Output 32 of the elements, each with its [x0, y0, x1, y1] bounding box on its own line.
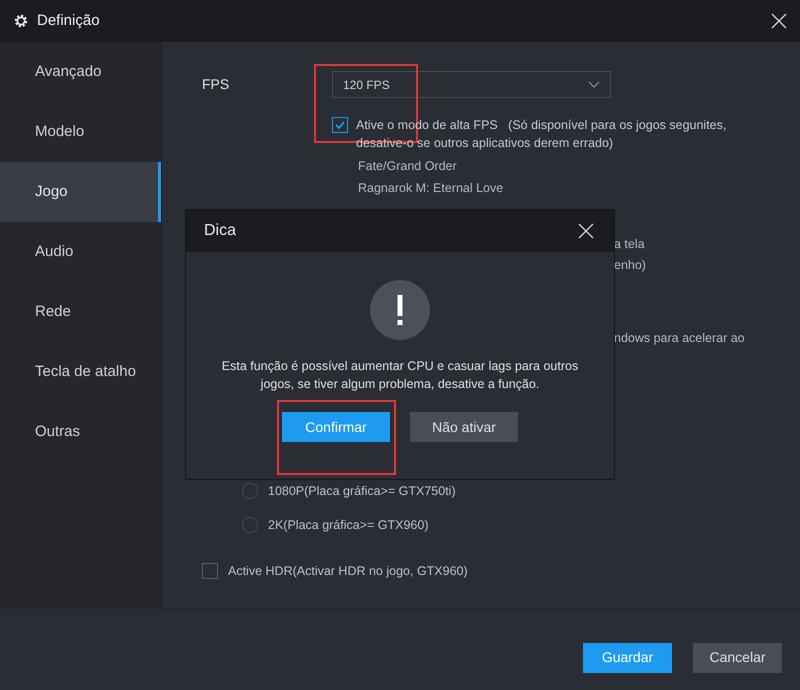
radio-button[interactable]	[242, 483, 258, 499]
sidebar-item[interactable]: Rede	[0, 282, 161, 342]
warning-icon	[370, 280, 430, 340]
close-button[interactable]	[576, 221, 596, 241]
radio-button[interactable]	[242, 517, 258, 533]
radio-label: 2K(Placa gráfica>= GTX960)	[268, 516, 428, 534]
sidebar-item[interactable]: Avançado	[0, 42, 161, 102]
sidebar-item[interactable]: Modelo	[0, 102, 161, 162]
dialog-button[interactable]: Não ativar	[410, 412, 518, 442]
fps-label: FPS	[202, 75, 230, 94]
checkbox[interactable]	[332, 117, 348, 133]
check-icon	[335, 121, 345, 129]
gear-icon	[13, 13, 29, 29]
game-name: Fate/Grand Order	[358, 158, 458, 175]
game-name: Ragnarok M: Eternal Love	[358, 180, 504, 197]
setting-text: ndows para acelerar ao	[614, 330, 746, 347]
dialog-title: Dica	[204, 221, 238, 241]
dialog-message: Esta função é possível aumentar CPU e casuar lags para outros jogos, se tiver algum problema, desative a função.	[220, 358, 580, 393]
checkbox[interactable]	[202, 563, 218, 579]
footer-button[interactable]: Cancelar	[693, 642, 782, 672]
radio-label: 1080P(Placa gráfica>= GTX750ti)	[268, 482, 456, 500]
close-icon	[578, 223, 594, 239]
hdr-label: Active HDR(Activar HDR no jogo, GTX960)	[228, 562, 468, 580]
chevron-down-icon	[588, 81, 600, 88]
sidebar-item[interactable]: Audio	[0, 222, 161, 282]
close-icon	[771, 13, 787, 29]
sidebar-item[interactable]: Jogo	[0, 162, 161, 222]
sidebar-item[interactable]: Tecla de atalho	[0, 342, 161, 402]
fps-dropdown[interactable]: 120 FPS	[332, 71, 611, 98]
setting-text: enho)	[614, 257, 647, 274]
window-title: Definição	[37, 10, 100, 31]
sidebar-item[interactable]: Outras	[0, 402, 161, 462]
